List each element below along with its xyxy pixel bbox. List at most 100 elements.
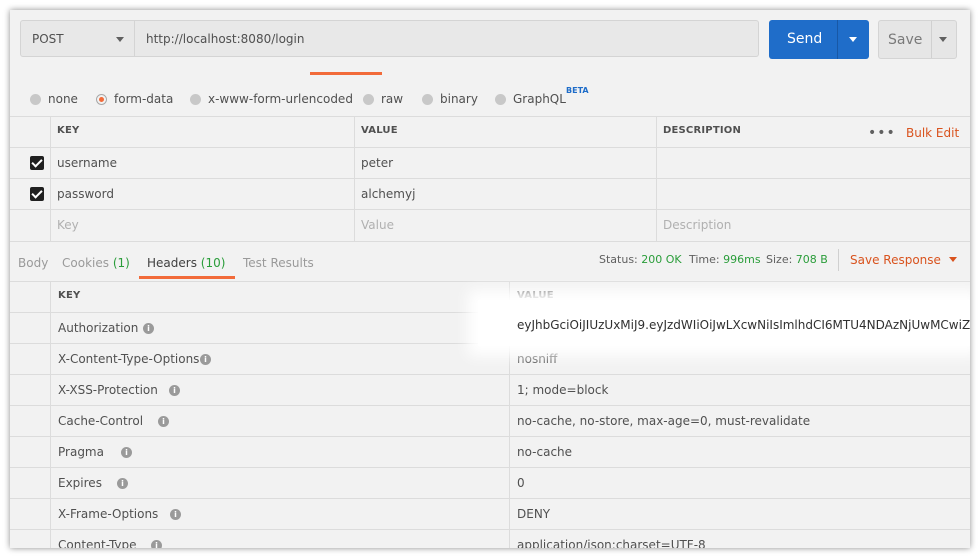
header-value: 1; mode=block [517, 383, 609, 397]
response-tabs: Body Cookies (1) Headers (10) Test Resul… [10, 249, 970, 280]
header-value-cell: no-cache [509, 437, 970, 468]
description-placeholder: Description [663, 218, 732, 232]
time-label: Time: [689, 253, 720, 266]
new-param-row: Key Value Description [10, 209, 970, 242]
save-response-label: Save Response [850, 253, 941, 267]
chevron-down-icon [948, 257, 957, 262]
info-icon[interactable]: i [121, 447, 132, 458]
url-input[interactable]: http://localhost:8080/login [135, 20, 759, 57]
send-divider [837, 20, 838, 59]
header-value: no-cache, no-store, max-age=0, must-reva… [517, 414, 811, 428]
info-icon[interactable]: i [158, 416, 169, 427]
radio-dot [422, 94, 433, 105]
header-value: DENY [517, 507, 551, 521]
header-key-cell: Expires i [50, 468, 509, 499]
row-checkbox[interactable] [30, 187, 44, 201]
header-key-cell: Pragma i [50, 437, 509, 468]
key-header-label: KEY [58, 290, 81, 301]
header-key: X-XSS-Protection [58, 383, 158, 397]
key-input[interactable]: Key [50, 210, 354, 241]
header-value-cell: 0 [509, 468, 970, 499]
tab-cookies[interactable]: Cookies (1) [62, 256, 130, 270]
tab-body[interactable]: Body [18, 256, 48, 270]
key-cell[interactable]: username [50, 148, 354, 179]
radio-label: x-www-form-urlencoded [208, 92, 353, 106]
radio-label: raw [381, 92, 404, 106]
tab-headers-label: Headers [147, 256, 197, 270]
bulk-edit-link[interactable]: Bulk Edit [906, 126, 959, 140]
table-row: Pragma i no-cache [10, 436, 970, 468]
header-key: X-Content-Type-Options [58, 352, 200, 366]
description-input[interactable]: Description [656, 210, 970, 241]
value-header: VALUE [354, 117, 656, 148]
header-value: 0 [517, 476, 525, 490]
header-key-cell: X-XSS-Protection i [50, 375, 509, 406]
active-tab-indicator [310, 72, 382, 75]
tab-headers[interactable]: Headers (10) [147, 256, 225, 270]
method-label: POST [32, 32, 64, 46]
radio-label: none [48, 92, 78, 106]
header-key-cell: X-Frame-Options i [50, 499, 509, 530]
header-key-cell: Authorization i [50, 313, 509, 344]
info-icon[interactable]: i [151, 540, 162, 548]
status-label: Status: [599, 253, 638, 266]
table-row: username peter [10, 147, 970, 179]
beta-badge: BETA [566, 86, 589, 95]
key-text: password [57, 187, 114, 201]
header-key: Expires [58, 476, 102, 490]
header-key: Authorization [58, 321, 139, 335]
size-label: Size: [766, 253, 793, 266]
value-placeholder: Value [361, 218, 394, 232]
info-icon[interactable]: i [169, 385, 180, 396]
header-key-cell: Cache-Control i [50, 406, 509, 437]
header-value-cell: nosniff [509, 344, 970, 375]
header-value-cell: DENY [509, 499, 970, 530]
value-cell[interactable]: peter [354, 148, 656, 179]
key-text: username [57, 156, 117, 170]
send-label: Send [787, 31, 823, 47]
send-dropdown-icon[interactable] [849, 37, 857, 42]
table-row: X-Frame-Options i DENY [10, 498, 970, 530]
key-cell[interactable]: password [50, 179, 354, 210]
header-key: Cache-Control [58, 414, 144, 428]
value-text: alchemyj [361, 187, 416, 201]
header-value: no-cache [517, 445, 573, 459]
more-options-icon[interactable]: ••• [868, 125, 896, 141]
description-cell[interactable] [656, 179, 970, 210]
description-cell[interactable] [656, 148, 970, 179]
header-value: nosniff [517, 352, 558, 366]
value-cell[interactable]: alchemyj [354, 179, 656, 210]
tab-test-results[interactable]: Test Results [243, 256, 314, 270]
time-value: 996ms [723, 253, 761, 266]
value-text: peter [361, 156, 394, 170]
value-header-label: VALUE [361, 125, 398, 136]
header-key-cell: Content-Type i [50, 530, 509, 548]
save-dropdown-icon[interactable] [939, 37, 947, 42]
info-icon[interactable]: i [117, 478, 128, 489]
divider [838, 249, 839, 271]
size-readout: Size: 708 B [766, 253, 828, 266]
header-key: Pragma [58, 445, 104, 459]
value-input[interactable]: Value [354, 210, 656, 241]
table-row: Expires i 0 [10, 467, 970, 499]
row-checkbox[interactable] [30, 156, 44, 170]
radio-label: binary [440, 92, 478, 106]
radio-dot [30, 94, 41, 105]
key-header: KEY [50, 117, 354, 148]
header-key: Content-Type [58, 538, 137, 548]
chevron-down-icon [116, 37, 124, 42]
info-icon[interactable]: i [200, 354, 211, 365]
info-icon[interactable]: i [170, 509, 181, 520]
cookies-count: (1) [112, 256, 130, 270]
authorization-token[interactable]: eyJhbGciOiJIUzUxMiJ9.eyJzdWIiOiJwLXcwNiI… [517, 318, 970, 332]
method-select[interactable]: POST [20, 20, 135, 57]
send-button[interactable]: Send [769, 20, 869, 59]
save-response-button[interactable]: Save Response [850, 253, 957, 267]
table-header-row: KEY VALUE DESCRIPTION ••• Bulk Edit [10, 116, 970, 148]
info-icon[interactable]: i [143, 323, 154, 334]
status-readout: Status: 200 OK [599, 253, 682, 266]
body-type-radios: none form-data x-www-form-urlencoded raw… [10, 86, 970, 114]
time-readout: Time: 996ms [689, 253, 761, 266]
save-button[interactable]: Save [878, 20, 957, 59]
header-value: application/json;charset=UTF-8 [517, 538, 706, 548]
